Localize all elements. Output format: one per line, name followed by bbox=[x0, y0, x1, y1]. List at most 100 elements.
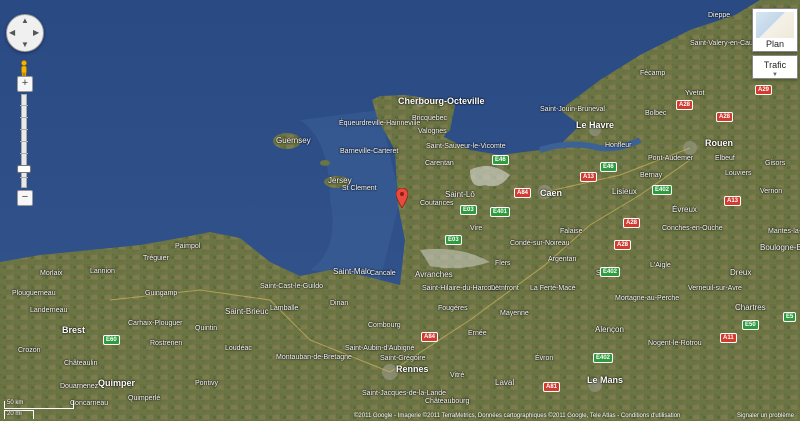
city-label: Gisors bbox=[765, 160, 786, 167]
city-label: Vire bbox=[470, 225, 483, 232]
road-shield: E50 bbox=[742, 320, 759, 330]
city-label: Combourg bbox=[368, 322, 401, 329]
city-label: Fougères bbox=[438, 305, 468, 312]
city-label: Falaise bbox=[560, 228, 583, 235]
city-label: Saint-Lô bbox=[445, 190, 475, 199]
city-label: L'Aigle bbox=[650, 262, 671, 269]
report-problem-link[interactable]: Signaler un problème bbox=[737, 412, 794, 421]
city-label: Carentan bbox=[425, 160, 454, 167]
city-label: Mayenne bbox=[500, 310, 529, 317]
pan-up-icon[interactable]: ▲ bbox=[21, 17, 29, 25]
city-label: Honfleur bbox=[605, 142, 632, 149]
city-label: Saint-Aubin-d'Aubigné bbox=[345, 345, 415, 352]
city-label: Montauban-de-Bretagne bbox=[276, 354, 352, 361]
city-label: Fécamp bbox=[640, 70, 666, 77]
city-label: Dreux bbox=[730, 268, 752, 277]
city-label: Argentan bbox=[548, 256, 577, 263]
city-label: Avranches bbox=[415, 270, 453, 279]
city-label: Saint-Malo bbox=[333, 267, 372, 276]
map-type-label: Plan bbox=[765, 39, 784, 49]
zoom-slider-thumb[interactable] bbox=[17, 165, 31, 173]
road-shield: E402 bbox=[593, 353, 614, 363]
city-label: Plouguerneau bbox=[12, 290, 56, 297]
road-shield: A28 bbox=[623, 218, 641, 228]
road-shield: E5 bbox=[783, 312, 797, 322]
city-label: Coutances bbox=[420, 200, 454, 207]
city-label: Saint-Jouin-Bruneval bbox=[540, 106, 605, 113]
city-label: Conches-en-Ouche bbox=[662, 225, 723, 232]
city-label: Dinan bbox=[330, 300, 349, 307]
zoom-out-button[interactable]: − bbox=[17, 190, 33, 206]
road-shield: E03 bbox=[460, 205, 477, 215]
traffic-layer-label: Trafic bbox=[763, 60, 787, 70]
city-label: Condé-sur-Noireau bbox=[510, 240, 570, 247]
city-label: Quimper bbox=[98, 378, 136, 388]
city-label: Valognes bbox=[418, 128, 447, 135]
city-label: Yvetot bbox=[685, 90, 705, 97]
city-label: Elbeuf bbox=[715, 155, 735, 162]
pan-down-icon[interactable]: ▼ bbox=[21, 41, 29, 49]
city-label: Landerneau bbox=[30, 307, 68, 314]
city-label: Alençon bbox=[595, 325, 624, 334]
road-shield: A81 bbox=[543, 382, 561, 392]
city-label: Loudéac bbox=[225, 345, 252, 352]
city-label: Laval bbox=[495, 378, 515, 387]
city-label: Boulogne-Billancourt bbox=[760, 243, 800, 252]
city-label: Guingamp bbox=[145, 290, 178, 297]
city-label: Le Mans bbox=[587, 375, 624, 385]
map-canvas[interactable]: Cherbourg-Octeville Le Havre Caen Rouen … bbox=[0, 0, 800, 421]
location-marker-icon[interactable] bbox=[396, 188, 408, 208]
city-label: Mantes-la-Jolie bbox=[768, 228, 800, 235]
road-shield: A84 bbox=[514, 188, 532, 198]
road-shield: A13 bbox=[724, 196, 742, 206]
city-label: Saint-Hilaire-du-Harcouët bbox=[422, 285, 501, 292]
city-label: Nogent-le-Rotrou bbox=[648, 340, 702, 347]
road-shield: A29 bbox=[755, 85, 773, 95]
city-label: Saint-Valery-en-Caux bbox=[690, 40, 757, 47]
city-label: Caen bbox=[540, 188, 563, 198]
city-label: Vitré bbox=[450, 372, 465, 379]
road-shield: E402 bbox=[600, 267, 621, 277]
city-label: Rostrenen bbox=[150, 340, 183, 347]
zoom-control: + − bbox=[17, 76, 33, 206]
scale-km-label: 50 km bbox=[7, 400, 24, 406]
city-label: Pontivy bbox=[195, 380, 218, 387]
map-type-button[interactable]: Plan bbox=[752, 8, 798, 52]
zoom-in-button[interactable]: + bbox=[17, 76, 33, 92]
city-label: Lamballe bbox=[270, 305, 299, 312]
city-label: Équeurdreville-Hainneville bbox=[339, 120, 421, 127]
zoom-slider[interactable] bbox=[17, 94, 31, 188]
road-shield: E401 bbox=[490, 207, 511, 217]
city-label: Verneuil-sur-Avre bbox=[688, 285, 742, 292]
city-label: Saint-Jacques-de-la-Lande bbox=[362, 390, 447, 397]
city-label: Saint-Grégoire bbox=[380, 355, 426, 362]
city-label: Flers bbox=[495, 260, 511, 267]
city-label: Saint-Sauveur-le-Vicomte bbox=[426, 143, 506, 150]
road-shield: E46 bbox=[492, 155, 509, 165]
city-label: Chartres bbox=[735, 303, 766, 312]
scale-mi-label: 20 mi bbox=[7, 411, 22, 417]
city-label: Rennes bbox=[396, 364, 429, 374]
road-shield: E402 bbox=[652, 185, 673, 195]
traffic-layer-button[interactable]: Trafic ▼ bbox=[752, 55, 798, 79]
city-label: Cancale bbox=[370, 270, 396, 277]
pan-left-icon[interactable]: ◀ bbox=[9, 29, 15, 37]
road-shield: A28 bbox=[676, 100, 694, 110]
city-label: Châteaulin bbox=[64, 360, 98, 367]
city-label: Morlaix bbox=[40, 270, 63, 277]
map-type-thumbnail bbox=[756, 12, 794, 38]
copyright-text: ©2011 Google - Imagerie ©2011 TerraMetri… bbox=[354, 413, 681, 419]
chevron-down-icon: ▼ bbox=[772, 72, 778, 78]
city-label: Tréguier bbox=[143, 255, 169, 262]
city-label: Lisieux bbox=[612, 187, 637, 196]
city-label: Barneville-Carteret bbox=[340, 148, 399, 155]
city-label: Bernay bbox=[640, 172, 663, 179]
pan-control[interactable]: ▲ ▼ ◀ ▶ bbox=[6, 14, 44, 52]
city-label: La Ferté-Macé bbox=[530, 285, 576, 292]
road-shield: A28 bbox=[614, 240, 632, 250]
city-label: Carhaix-Plouguer bbox=[128, 320, 183, 327]
city-label: Guernsey bbox=[276, 136, 311, 145]
pan-right-icon[interactable]: ▶ bbox=[33, 29, 39, 37]
road-shield: A11 bbox=[720, 333, 737, 343]
city-label: Rouen bbox=[705, 138, 733, 148]
